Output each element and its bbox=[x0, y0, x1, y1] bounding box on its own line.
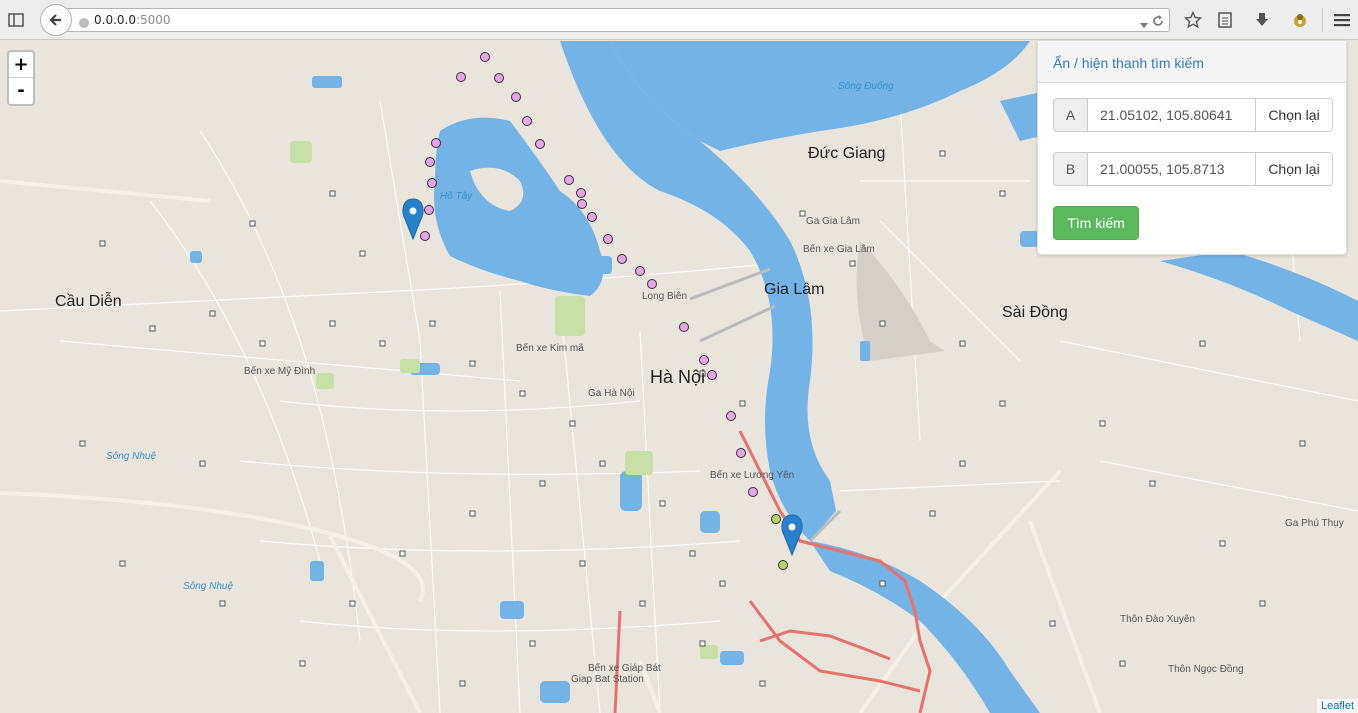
place-label: Bến xe Gia Lâm bbox=[803, 244, 875, 255]
back-arrow-icon bbox=[49, 14, 61, 26]
place-label: Đức Giang bbox=[808, 145, 886, 162]
point-a-row: A 21.05102, 105.80641 Chọn lại bbox=[1053, 98, 1333, 132]
place-label: Ga Hà Nội bbox=[588, 388, 635, 399]
route-line-east bbox=[748, 600, 921, 693]
zoom-control: + - bbox=[7, 50, 35, 106]
bookmark-star-icon[interactable] bbox=[1182, 6, 1204, 34]
toggle-search-link[interactable]: Ẩn / hiện thanh tìm kiếm bbox=[1038, 41, 1346, 83]
url-bar[interactable]: 0.0.0.0:5000 bbox=[58, 8, 1170, 32]
place-label: Sông Đuống bbox=[838, 81, 894, 92]
place-label: Thôn Ngọc Đồng bbox=[1168, 664, 1244, 675]
place-label: Sông Nhuệ bbox=[106, 451, 157, 462]
place-label: Ga Gia Lâm bbox=[806, 216, 860, 227]
globe-icon bbox=[78, 14, 90, 33]
place-label: Bến xe Lương Yên bbox=[710, 470, 795, 481]
menu-icon[interactable] bbox=[1331, 6, 1353, 34]
sidebar-toggle-icon[interactable] bbox=[6, 6, 26, 34]
place-label: Cầu Diễn bbox=[55, 293, 122, 310]
place-label: Sài Đồng bbox=[1002, 304, 1068, 321]
east-river bbox=[1160, 251, 1358, 341]
back-button[interactable] bbox=[40, 4, 72, 36]
leaflet-attribution[interactable]: Leaflet bbox=[1316, 699, 1358, 713]
marker-b-icon[interactable] bbox=[781, 514, 803, 557]
zoom-in-button[interactable]: + bbox=[9, 52, 33, 78]
toolbar-divider bbox=[1322, 8, 1323, 32]
place-label: Hà Nội bbox=[650, 367, 706, 387]
reading-list-icon[interactable] bbox=[1214, 6, 1236, 34]
point-b-input[interactable]: 21.00055, 105.8713 bbox=[1088, 152, 1256, 186]
search-panel: Ẩn / hiện thanh tìm kiếm A 21.05102, 105… bbox=[1037, 41, 1347, 255]
route-line-branch bbox=[759, 629, 891, 661]
url-text: 0.0.0.0:5000 bbox=[94, 13, 171, 27]
place-label: Bến xe Giáp Bát bbox=[588, 663, 661, 674]
point-a-reset-button[interactable]: Chọn lại bbox=[1256, 98, 1333, 132]
extension-icon[interactable] bbox=[1289, 6, 1311, 34]
place-label: Long Biên bbox=[642, 291, 688, 302]
route-line-south bbox=[613, 610, 622, 713]
marker-a-icon[interactable] bbox=[402, 198, 424, 241]
download-icon[interactable] bbox=[1251, 6, 1273, 34]
place-label: Gia Lâm bbox=[764, 281, 825, 298]
point-a-input[interactable]: 21.05102, 105.80641 bbox=[1088, 98, 1256, 132]
reload-icon[interactable] bbox=[1151, 13, 1165, 32]
place-label: Sông Nhuệ bbox=[183, 581, 234, 592]
place-label: Giap Bat Station bbox=[571, 674, 644, 685]
place-label: Bến xe Kim mã bbox=[516, 343, 584, 354]
place-label: Thôn Đào Xuyên bbox=[1120, 614, 1196, 625]
browser-toolbar: 0.0.0.0:5000 bbox=[0, 0, 1358, 40]
dropdown-arrow-icon[interactable] bbox=[1139, 15, 1149, 34]
zoom-out-button[interactable]: - bbox=[9, 78, 33, 104]
point-b-label: B bbox=[1053, 152, 1088, 186]
place-label: Hồ Tây bbox=[440, 191, 473, 202]
search-button[interactable]: Tìm kiếm bbox=[1053, 206, 1139, 240]
place-label: Bến xe Mỹ Đình bbox=[244, 366, 316, 377]
point-a-label: A bbox=[1053, 98, 1088, 132]
point-b-row: B 21.00055, 105.8713 Chọn lại bbox=[1053, 152, 1333, 186]
place-label: Ga Phú Thụy bbox=[1285, 518, 1344, 529]
point-b-reset-button[interactable]: Chọn lại bbox=[1256, 152, 1333, 186]
